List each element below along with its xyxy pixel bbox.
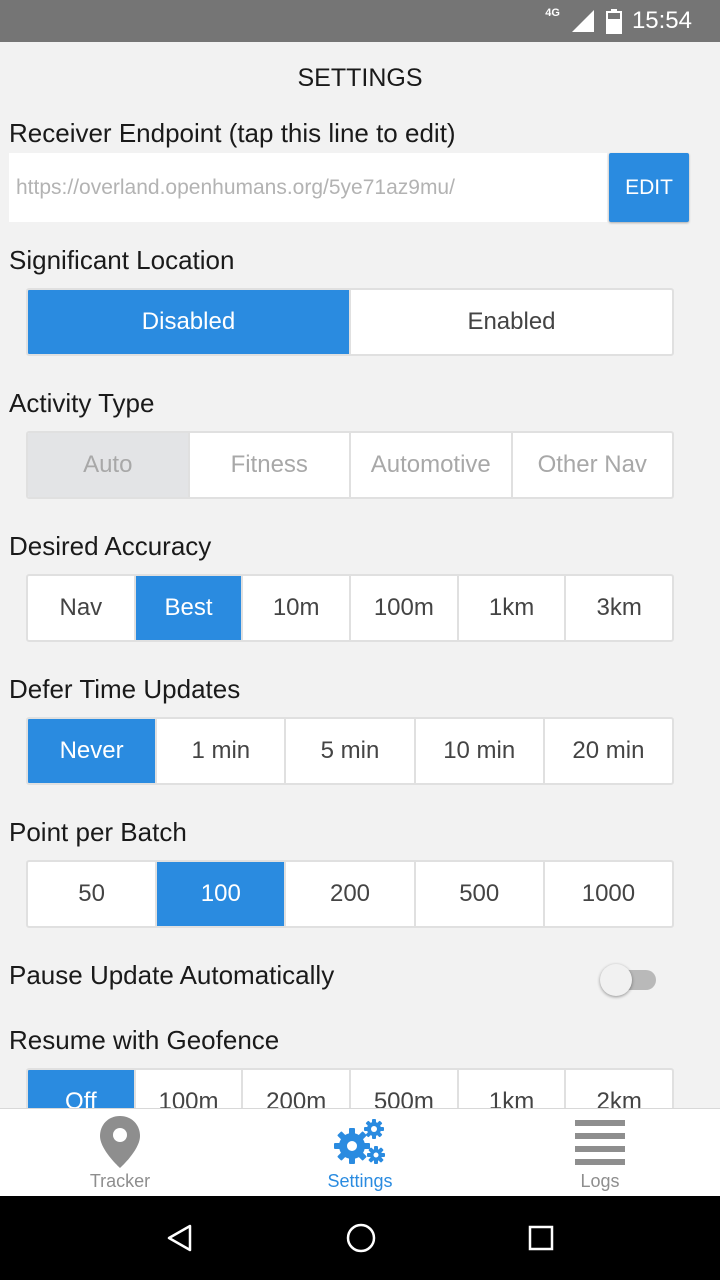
recents-icon[interactable]	[527, 1224, 555, 1252]
system-nav-bar	[0, 1196, 720, 1280]
edit-button[interactable]: EDIT	[609, 153, 689, 222]
option-fitness: Fitness	[187, 433, 350, 497]
significant-location-control[interactable]: Disabled Enabled	[26, 288, 674, 356]
option-5-min[interactable]: 5 min	[284, 719, 413, 783]
settings-content[interactable]: SETTINGS Receiver Endpoint (tap this lin…	[0, 42, 720, 1108]
points-per-batch-control[interactable]: 50 100 200 500 1000	[26, 860, 674, 928]
status-bar: 4G 15:54	[0, 0, 720, 42]
option-20-min[interactable]: 20 min	[542, 719, 672, 783]
option-500m[interactable]: 500m	[349, 1070, 457, 1108]
tab-settings-label: Settings	[327, 1171, 393, 1191]
resume-geofence-control[interactable]: Off 100m 200m 500m 1km 2km	[26, 1068, 674, 1108]
list-icon	[575, 1120, 625, 1165]
desired-accuracy-control[interactable]: Nav Best 10m 100m 1km 3km	[26, 574, 674, 642]
option-off[interactable]: Off	[28, 1070, 134, 1108]
gears-icon	[334, 1119, 385, 1164]
option-1000[interactable]: 1000	[542, 862, 672, 926]
option-100m[interactable]: 100m	[133, 1070, 242, 1108]
activity-type-control: Auto Fitness Automotive Other Nav	[26, 431, 674, 499]
desired-accuracy-label: Desired Accuracy	[9, 531, 212, 561]
endpoint-label[interactable]: Receiver Endpoint (tap this line to edit…	[9, 118, 456, 149]
points-per-batch-label: Point per Batch	[9, 817, 187, 847]
option-200[interactable]: 200	[284, 862, 413, 926]
option-other-nav: Other Nav	[510, 433, 673, 497]
battery-icon	[605, 9, 622, 34]
tab-tracker[interactable]: Tracker	[0, 1109, 240, 1196]
network-type: 4G	[545, 7, 560, 19]
option-50[interactable]: 50	[28, 862, 155, 926]
option-1km[interactable]: 1km	[456, 576, 565, 640]
option-200m[interactable]: 200m	[241, 1070, 349, 1108]
toggle-knob	[600, 964, 632, 996]
clock: 15:54	[631, 7, 692, 34]
signal-icon	[571, 10, 594, 32]
option-best[interactable]: Best	[133, 576, 242, 640]
option-500[interactable]: 500	[413, 862, 543, 926]
home-icon[interactable]	[345, 1222, 377, 1254]
pause-update-label: Pause Update Automatically	[9, 960, 335, 990]
option-enabled[interactable]: Enabled	[349, 290, 672, 354]
option-100[interactable]: 100	[155, 862, 285, 926]
significant-location-label: Significant Location	[9, 245, 235, 275]
tab-tracker-label: Tracker	[89, 1171, 151, 1191]
option-1-min[interactable]: 1 min	[155, 719, 284, 783]
back-icon[interactable]	[165, 1223, 195, 1253]
activity-type-label: Activity Type	[9, 388, 155, 418]
tab-logs-label: Logs	[580, 1171, 620, 1191]
option-nav[interactable]: Nav	[28, 576, 134, 640]
pause-update-toggle[interactable]	[600, 964, 658, 996]
option-auto: Auto	[28, 433, 188, 497]
defer-time-control[interactable]: Never 1 min 5 min 10 min 20 min	[26, 717, 674, 785]
tab-settings[interactable]: Settings	[240, 1109, 480, 1196]
defer-time-label: Defer Time Updates	[9, 674, 241, 704]
option-1km[interactable]: 1km	[456, 1070, 565, 1108]
option-never[interactable]: Never	[28, 719, 156, 783]
tab-logs[interactable]: Logs	[480, 1109, 720, 1196]
tab-bar: Tracker Settings Logs	[0, 1108, 720, 1196]
option-10-min[interactable]: 10 min	[413, 719, 543, 783]
option-2km[interactable]: 2km	[564, 1070, 672, 1108]
resume-geofence-label: Resume with Geofence	[9, 1025, 280, 1055]
endpoint-field[interactable]: https://overland.openhumans.org/5ye71az9…	[9, 153, 607, 222]
option-automotive: Automotive	[349, 433, 511, 497]
option-10m[interactable]: 10m	[241, 576, 349, 640]
location-pin-icon	[100, 1116, 140, 1168]
page-title: SETTINGS	[297, 64, 423, 92]
option-3km[interactable]: 3km	[564, 576, 672, 640]
option-100m[interactable]: 100m	[349, 576, 457, 640]
option-disabled[interactable]: Disabled	[28, 290, 349, 354]
